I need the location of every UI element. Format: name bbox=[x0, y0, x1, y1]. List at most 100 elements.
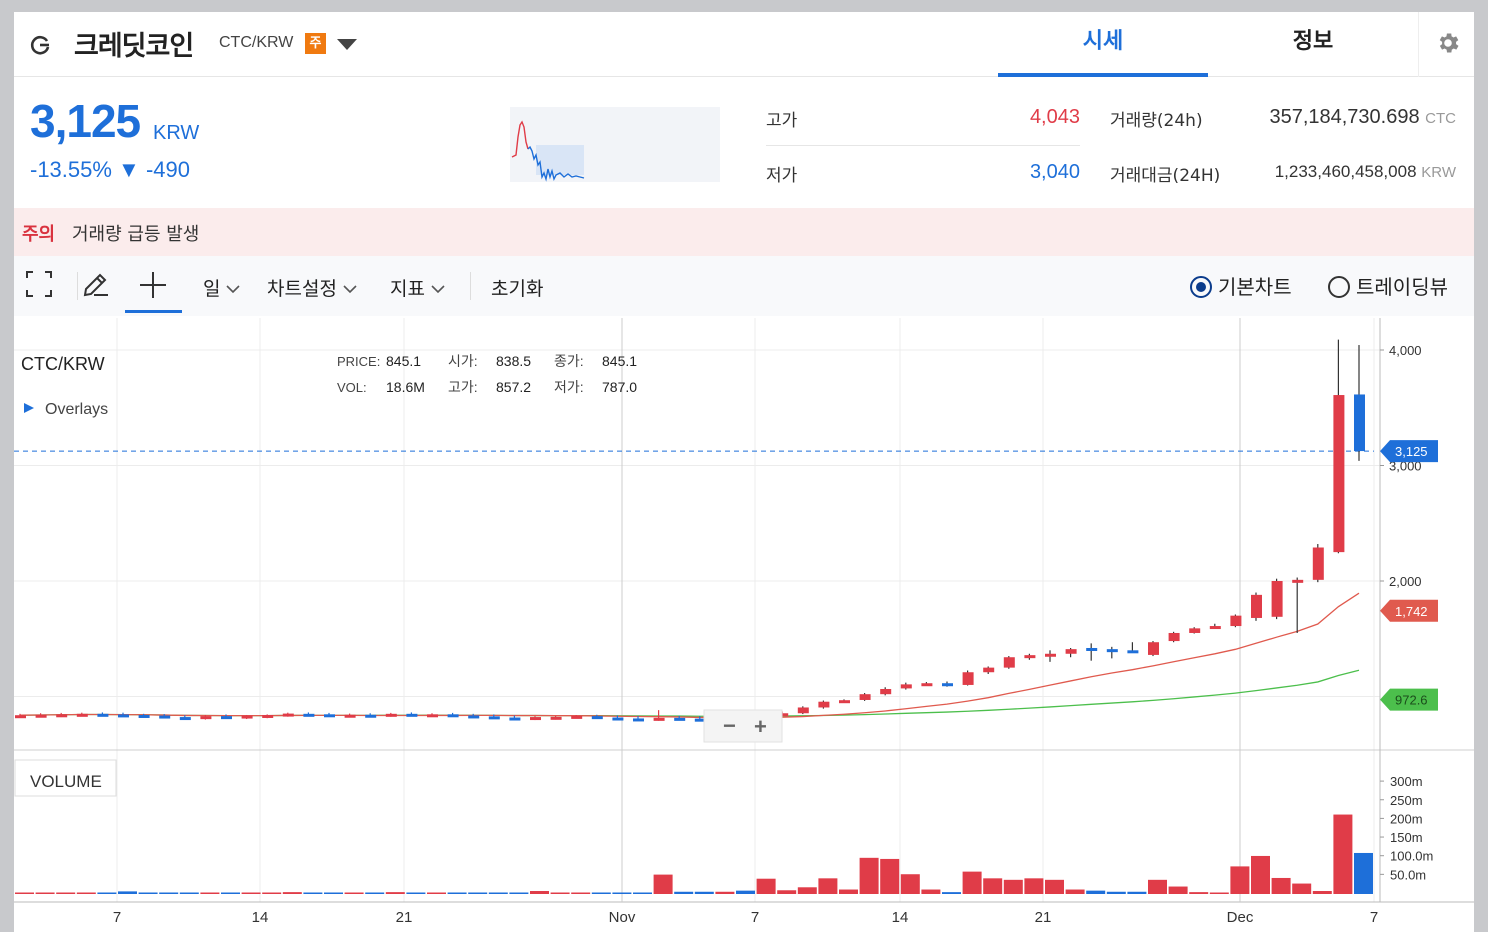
crosshair-icon[interactable] bbox=[139, 270, 167, 300]
candle-body bbox=[1333, 395, 1345, 553]
volume-tick-label: 100.0m bbox=[1390, 849, 1433, 864]
indicators-dropdown[interactable]: 지표 bbox=[390, 274, 445, 301]
candle-body bbox=[1292, 579, 1304, 583]
candle-body bbox=[1086, 647, 1098, 651]
candle-body bbox=[365, 714, 377, 718]
candle-body bbox=[880, 688, 892, 695]
volume-bar bbox=[159, 892, 179, 894]
chart-canvas[interactable]: 4,0003,0002,000300m250m200m150m100.0m50.… bbox=[14, 318, 1474, 932]
volume-bar bbox=[509, 892, 529, 894]
volume-bar bbox=[241, 892, 261, 894]
volume-bar bbox=[550, 892, 570, 894]
radio-tradingview[interactable]: 트레이딩뷰 bbox=[1328, 271, 1448, 300]
volume-bar bbox=[983, 878, 1003, 894]
price-change: -13.55% ▼ -490 bbox=[30, 157, 190, 182]
notice-tag: 주의 bbox=[22, 224, 56, 245]
volume-bar bbox=[303, 892, 323, 894]
candle-body bbox=[385, 713, 397, 717]
candle-body bbox=[1065, 649, 1077, 654]
volume-bar bbox=[880, 858, 900, 894]
refresh-icon[interactable] bbox=[28, 32, 54, 58]
zoom-in-button[interactable]: + bbox=[754, 714, 767, 739]
volume-bar bbox=[777, 890, 797, 894]
zoom-out-button[interactable]: − bbox=[723, 713, 736, 738]
candle-body bbox=[221, 716, 232, 720]
volume-bar bbox=[138, 892, 158, 894]
coin-name: 크레딧코인 bbox=[74, 31, 194, 62]
triangle-right-icon[interactable] bbox=[24, 403, 34, 413]
radio-basic-chart[interactable]: 기본차트 bbox=[1190, 271, 1292, 300]
volume-bar bbox=[221, 892, 240, 894]
candle-body bbox=[818, 701, 830, 708]
x-tick-label: 7 bbox=[113, 909, 121, 926]
volume-bar bbox=[1065, 889, 1085, 894]
volume-bar bbox=[1209, 892, 1229, 894]
candle-body bbox=[550, 716, 562, 720]
x-tick-label: Dec bbox=[1227, 909, 1254, 926]
volume-value: 357,184,730.698 CTC bbox=[1214, 106, 1456, 129]
volume-bar bbox=[324, 892, 343, 894]
pencil-icon[interactable] bbox=[80, 270, 110, 300]
amount-label: 거래대금(24H) bbox=[1110, 166, 1221, 186]
volume-bar bbox=[76, 892, 96, 894]
x-tick-label: 14 bbox=[252, 909, 269, 926]
volume-bar bbox=[591, 892, 611, 894]
volume-bar bbox=[942, 892, 961, 894]
ma-short-line bbox=[19, 592, 1360, 719]
reset-button[interactable]: 초기화 bbox=[491, 274, 543, 301]
volume-tick-label: 200m bbox=[1390, 811, 1423, 826]
ohlc-price-label: PRICE: bbox=[337, 354, 380, 369]
amount-value: 1,233,460,458,008 KRW bbox=[1214, 162, 1456, 182]
volume-bar bbox=[282, 892, 302, 894]
tab-info[interactable]: 정보 bbox=[1208, 12, 1418, 77]
volume-bar bbox=[1148, 879, 1167, 894]
settings-button[interactable] bbox=[1418, 12, 1474, 77]
candle-body bbox=[839, 700, 850, 704]
volume-unit: CTC bbox=[1425, 110, 1456, 127]
volume-bar bbox=[468, 892, 488, 894]
overlays-toggle[interactable]: Overlays bbox=[45, 401, 108, 418]
candle-body bbox=[612, 717, 624, 721]
candle-body bbox=[530, 717, 541, 721]
interval-dropdown[interactable]: 일 bbox=[203, 274, 241, 301]
amount-number: 1,233,460,458,008 bbox=[1274, 162, 1417, 181]
volume-bar bbox=[118, 891, 137, 894]
candle-body bbox=[1189, 628, 1201, 633]
caret-down-icon[interactable] bbox=[336, 37, 358, 51]
moving-averages bbox=[19, 592, 1360, 719]
app-window: 크레딧코인 CTC/KRW 주 시세 정보 3,125 KRW -13.55% … bbox=[14, 12, 1474, 932]
candle-body bbox=[35, 714, 47, 718]
volume-bar bbox=[1271, 877, 1291, 894]
volume-tick-label: 300m bbox=[1390, 774, 1423, 789]
chart-axes: 4,0003,0002,000300m250m200m150m100.0m50.… bbox=[113, 343, 1438, 926]
volume-bar bbox=[571, 892, 591, 894]
fullscreen-icon[interactable] bbox=[26, 270, 52, 298]
candle-body bbox=[118, 714, 129, 718]
notice-text: 거래량 급등 발생 bbox=[72, 224, 200, 245]
indicators-label: 지표 bbox=[390, 278, 425, 300]
price-chart[interactable]: 4,000 3,000 2,000 300m 250m 200m 150m 100.0m 50.… bbox=[14, 318, 1474, 932]
volume-bar bbox=[447, 892, 467, 894]
volume-bar bbox=[15, 892, 34, 894]
volume-bar bbox=[694, 891, 714, 894]
tab-price[interactable]: 시세 bbox=[998, 12, 1208, 77]
candle-body bbox=[56, 714, 68, 718]
ohlc-close-label: 종가: bbox=[554, 353, 584, 369]
candle-body bbox=[591, 716, 603, 720]
candle-body bbox=[1045, 653, 1056, 657]
volume-number: 357,184,730.698 bbox=[1269, 106, 1420, 128]
volume-bar bbox=[179, 892, 199, 894]
candle-body bbox=[900, 684, 912, 689]
candle-body bbox=[241, 715, 253, 719]
radio-basic-label: 기본차트 bbox=[1218, 275, 1292, 299]
x-tick-label: Nov bbox=[609, 909, 636, 926]
candle-body bbox=[571, 715, 583, 719]
volume-bar bbox=[1086, 890, 1106, 894]
volume-bar bbox=[1024, 878, 1044, 894]
candle-body bbox=[653, 717, 665, 721]
volume-bar bbox=[1312, 891, 1332, 894]
ohlc-high-label: 고가: bbox=[448, 379, 478, 395]
candle-body bbox=[1354, 394, 1365, 452]
chart-settings-dropdown[interactable]: 차트설정 bbox=[267, 274, 357, 301]
toolbar-divider bbox=[470, 272, 471, 300]
